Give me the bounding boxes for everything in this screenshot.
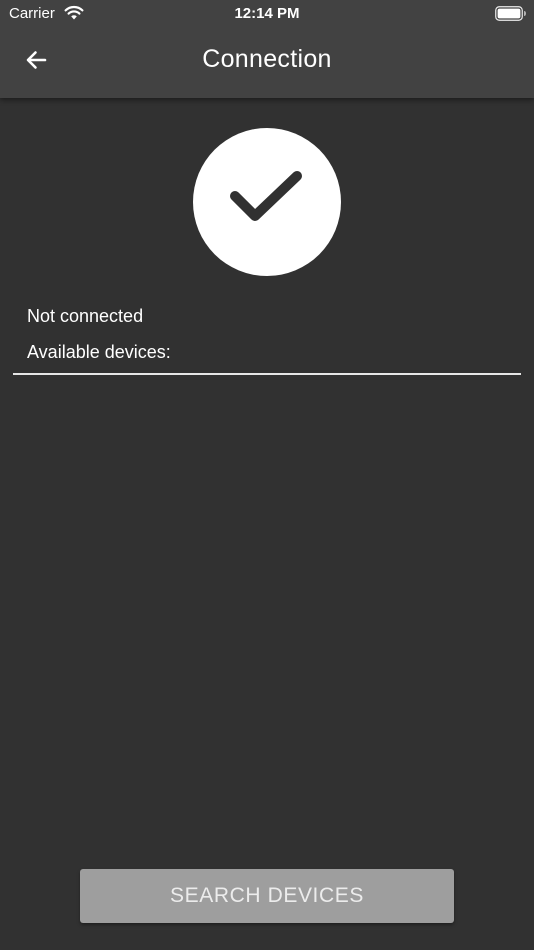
device-list: [13, 376, 521, 856]
divider: [13, 373, 521, 375]
search-devices-button[interactable]: SEARCH DEVICES: [80, 869, 454, 923]
connection-status-text: Not connected: [27, 306, 144, 326]
connection-screen: Carrier 12:14 PM Connection Not connecte…: [0, 0, 534, 950]
app-bar: Carrier 12:14 PM Connection: [0, 0, 534, 98]
page-title: Connection: [202, 45, 332, 73]
battery-icon: [495, 6, 527, 21]
connection-status-indicator: [193, 128, 341, 276]
checkmark-icon: [228, 170, 306, 235]
status-bar: Carrier 12:14 PM: [0, 0, 534, 28]
status-time: 12:14 PM: [234, 5, 300, 22]
available-devices-label: Available devices:: [27, 342, 171, 362]
